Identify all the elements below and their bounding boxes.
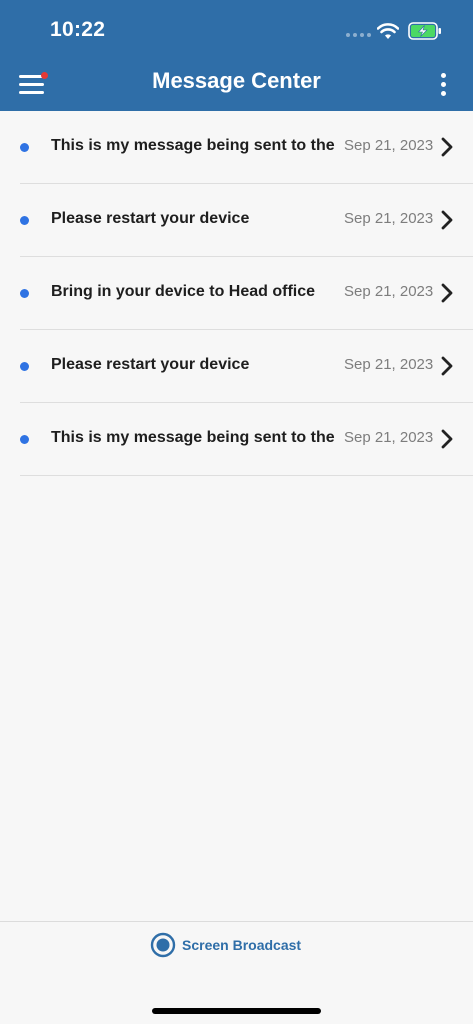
message-row[interactable]: This is my message being sent to the Sep… bbox=[20, 111, 473, 184]
status-time: 10:22 bbox=[50, 18, 106, 41]
home-indicator[interactable] bbox=[152, 1008, 321, 1014]
message-date: Sep 21, 2023 bbox=[344, 210, 434, 227]
unread-indicator bbox=[20, 435, 29, 444]
chevron-right-icon bbox=[441, 356, 453, 376]
unread-indicator bbox=[20, 289, 29, 298]
chevron-right-icon bbox=[441, 429, 453, 449]
record-icon bbox=[150, 932, 176, 958]
unread-indicator bbox=[20, 216, 29, 225]
message-subject: Please restart your device bbox=[51, 210, 250, 227]
signal-icon bbox=[346, 33, 371, 37]
more-options-button[interactable] bbox=[430, 70, 458, 100]
message-center-screen: 10:22 Message Center This is my message … bbox=[0, 0, 473, 1024]
message-date: Sep 21, 2023 bbox=[344, 356, 434, 373]
message-row[interactable]: This is my message being sent to the Sep… bbox=[20, 403, 473, 476]
message-subject: Please restart your device bbox=[51, 356, 250, 373]
chevron-right-icon bbox=[441, 283, 453, 303]
chevron-right-icon bbox=[441, 210, 453, 230]
chevron-right-icon bbox=[441, 137, 453, 157]
message-subject: Bring in your device to Head office bbox=[51, 283, 316, 300]
message-list: This is my message being sent to the Sep… bbox=[0, 111, 473, 476]
message-row[interactable]: Please restart your device Sep 21, 2023 bbox=[20, 330, 473, 403]
app-header: 10:22 Message Center bbox=[0, 0, 473, 111]
unread-indicator bbox=[20, 143, 29, 152]
message-subject: This is my message being sent to the bbox=[51, 429, 335, 446]
message-date: Sep 21, 2023 bbox=[344, 283, 434, 300]
wifi-icon bbox=[377, 23, 399, 39]
message-date: Sep 21, 2023 bbox=[344, 429, 434, 446]
screen-broadcast-label: Screen Broadcast bbox=[182, 937, 302, 953]
unread-indicator bbox=[20, 362, 29, 371]
message-row[interactable]: Please restart your device Sep 21, 2023 bbox=[20, 184, 473, 257]
screen-broadcast-button[interactable]: Screen Broadcast bbox=[150, 932, 301, 958]
message-subject: This is my message being sent to the bbox=[51, 137, 335, 154]
bottom-bar: Screen Broadcast bbox=[0, 921, 473, 1024]
battery-charging-icon bbox=[408, 22, 441, 40]
message-date: Sep 21, 2023 bbox=[344, 137, 434, 154]
message-row[interactable]: Bring in your device to Head office Sep … bbox=[20, 257, 473, 330]
page-title: Message Center bbox=[152, 68, 321, 93]
